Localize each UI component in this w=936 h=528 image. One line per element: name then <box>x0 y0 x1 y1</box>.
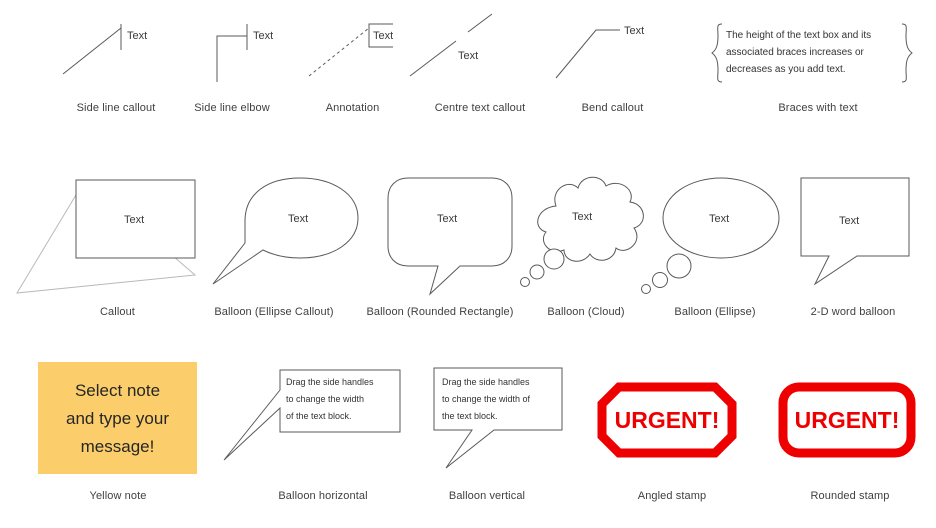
ellipse-bubble-2 <box>652 272 668 288</box>
side-line-diagonal <box>62 27 122 75</box>
side-line-elbow-text: Text <box>253 30 273 42</box>
caption-yellow-note: Yellow note <box>89 490 147 502</box>
shape-balloon-ellipse-callout[interactable]: Text <box>205 172 370 292</box>
caption-balloon-horizontal: Balloon horizontal <box>278 490 368 502</box>
caption-annotation: Annotation <box>325 102 380 114</box>
caption-centre-text-callout: Centre text callout <box>434 102 526 114</box>
caption-side-line-elbow: Side line elbow <box>194 102 270 114</box>
caption-balloon-ellipse: Balloon (Ellipse) <box>674 306 756 318</box>
caption-callout: Callout <box>100 306 135 318</box>
callout-shapes-gallery: Text Side line callout Text Side line el… <box>0 0 936 528</box>
shape-centre-text-callout[interactable]: Text <box>400 13 530 84</box>
centre-callout-leader-lower <box>409 40 457 77</box>
balloon-horizontal-line-3: of the text block. <box>286 411 352 421</box>
yellow-note-line-2: and type your <box>66 409 169 428</box>
caption-bend-callout: Bend callout <box>581 102 644 114</box>
caption-side-line-callout: Side line callout <box>76 102 156 114</box>
yellow-note-line-1: Select note <box>75 381 160 400</box>
braces-text-line-1: The height of the text box and its <box>726 30 871 41</box>
balloon-vertical-line-1: Drag the side handles <box>442 377 530 387</box>
ellipse-bubble-3 <box>641 284 651 294</box>
callout-text: Text <box>124 214 144 226</box>
caption-2d-word-balloon: 2-D word balloon <box>810 306 896 318</box>
rounded-stamp-text: URGENT! <box>795 407 900 433</box>
balloon-horizontal-line-2: to change the width <box>286 394 364 404</box>
cloud-bubble-2 <box>529 264 545 280</box>
shape-side-line-callout[interactable]: Text <box>55 14 175 84</box>
right-brace <box>901 23 913 83</box>
balloon-ellipse-callout-text: Text <box>288 213 308 225</box>
shape-balloon-vertical[interactable]: Drag the side handles to change the widt… <box>432 364 577 474</box>
caption-angled-stamp: Angled stamp <box>637 490 707 502</box>
annotation-dashed-leader <box>308 27 370 77</box>
caption-braces-with-text: Braces with text <box>778 102 858 114</box>
balloon-horizontal-line-1: Drag the side handles <box>286 377 374 387</box>
shape-angled-stamp[interactable]: URGENT! <box>597 382 737 458</box>
shape-balloon-cloud[interactable]: Text <box>520 170 650 295</box>
side-line-elbow-path <box>216 35 247 82</box>
bend-callout-text: Text <box>624 25 644 37</box>
braces-text-line-2: associated braces increases or <box>726 47 865 58</box>
left-brace <box>711 23 723 83</box>
yellow-note-line-3: message! <box>81 437 155 456</box>
shape-balloon-ellipse[interactable]: Text <box>641 172 795 297</box>
balloon-vertical-line-3: the text block. <box>442 411 498 421</box>
shape-2d-word-balloon[interactable]: Text <box>795 176 915 291</box>
balloon-ellipse-text: Text <box>709 213 729 225</box>
caption-rounded-stamp: Rounded stamp <box>810 490 890 502</box>
annotation-text: Text <box>373 30 393 42</box>
ellipse-bubble-1 <box>666 253 692 279</box>
shape-balloon-rounded-rectangle[interactable]: Text <box>380 172 530 297</box>
caption-balloon-vertical: Balloon vertical <box>448 490 526 502</box>
2d-word-balloon-text: Text <box>839 215 859 227</box>
angled-stamp-text: URGENT! <box>615 407 720 433</box>
centre-text-callout-text: Text <box>458 50 478 62</box>
caption-balloon-ellipse-callout: Balloon (Ellipse Callout) <box>214 306 334 318</box>
shape-callout[interactable]: Text <box>15 175 225 295</box>
cloud-bubble-1 <box>543 248 565 270</box>
caption-balloon-rounded-rectangle: Balloon (Rounded Rectangle) <box>366 306 514 318</box>
shape-bend-callout[interactable]: Text <box>548 14 668 84</box>
braces-text-line-3: decreases as you add text. <box>726 64 846 75</box>
caption-balloon-cloud: Balloon (Cloud) <box>547 306 625 318</box>
word-balloon-body <box>800 177 910 286</box>
balloon-rounded-rectangle-text: Text <box>437 213 457 225</box>
shape-braces-with-text[interactable]: The height of the text box and its assoc… <box>711 22 913 84</box>
shape-yellow-note[interactable]: Select note and type your message! <box>38 362 197 474</box>
shape-rounded-stamp[interactable]: URGENT! <box>778 382 916 458</box>
side-line-callout-text: Text <box>127 30 147 42</box>
cloud-bubble-3 <box>520 277 530 287</box>
bend-callout-path <box>555 29 620 79</box>
centre-callout-leader-upper <box>467 13 493 33</box>
balloon-cloud-text: Text <box>572 211 592 223</box>
rounded-rectangle-balloon <box>387 177 513 296</box>
balloon-vertical-line-2: to change the width of <box>442 394 531 404</box>
shape-balloon-horizontal[interactable]: Drag the side handles to change the widt… <box>222 364 422 474</box>
ellipse-callout-balloon <box>212 177 359 285</box>
